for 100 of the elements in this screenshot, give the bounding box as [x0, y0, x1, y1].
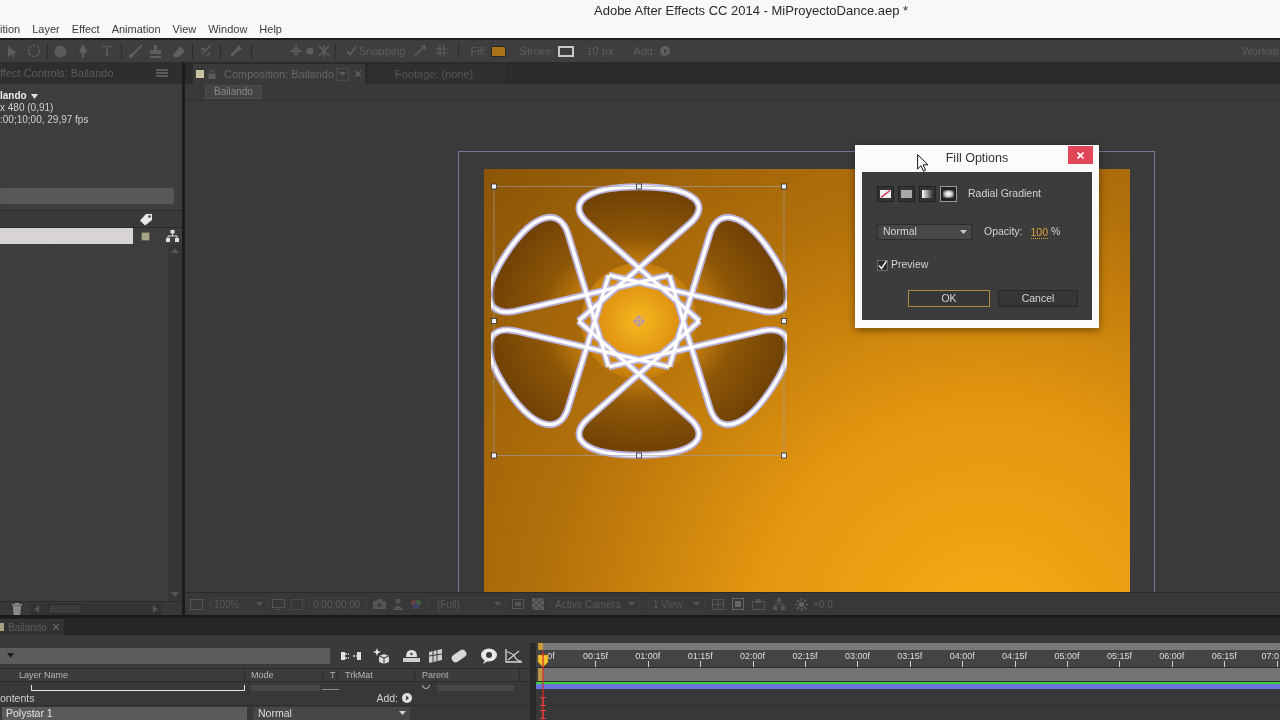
- scroll-down-icon[interactable]: [171, 592, 179, 597]
- work-area-start-marker[interactable]: [538, 643, 543, 650]
- dome-icon[interactable]: [403, 649, 420, 662]
- play-circle-icon[interactable]: [660, 46, 671, 56]
- scroll-left-icon[interactable]: [34, 604, 39, 613]
- slash-lines-icon[interactable]: [199, 44, 213, 58]
- time-ruler[interactable]: 0f 00:15f 01:00f 01:15f 02:00f 02:15f 03:00f 03:15f 04:00f 04:15f 05:00f 05:15f 06:00f 06:15f 07:0: [536, 650, 1280, 668]
- diagonal-arrow-icon[interactable]: [413, 45, 426, 57]
- color-channels-icon[interactable]: [410, 598, 422, 610]
- scroll-up-icon[interactable]: [171, 248, 179, 253]
- dialog-button[interactable]: OK: [908, 290, 990, 307]
- column-header[interactable]: TrkMat: [345, 670, 373, 680]
- caret-icon: [399, 711, 406, 715]
- pick-whip-icon[interactable]: [422, 685, 430, 690]
- pin-icon[interactable]: [229, 44, 243, 58]
- graph-icon[interactable]: [505, 648, 522, 663]
- menu-item[interactable]: Animation: [111, 23, 161, 35]
- fill-type-button[interactable]: [919, 186, 936, 202]
- preview-label[interactable]: Preview: [891, 257, 929, 273]
- blend-mode-dropdown[interactable]: Normal: [253, 706, 410, 720]
- column-header[interactable]: Layer Name: [19, 670, 69, 680]
- add-menu-button[interactable]: Add:: [376, 692, 412, 704]
- horizontal-scrollbar[interactable]: [30, 602, 162, 615]
- polystar-drawing[interactable]: [491, 183, 787, 459]
- blend-mode-dropdown[interactable]: Normal: [877, 224, 972, 240]
- label-color-icon[interactable]: [141, 231, 150, 241]
- fill-type-button[interactable]: [940, 186, 957, 202]
- sphere-icon[interactable]: [54, 44, 67, 58]
- checkbox[interactable]: [877, 259, 888, 271]
- menu-item[interactable]: ition: [0, 23, 21, 35]
- region-icon[interactable]: [512, 599, 524, 609]
- flowchart-icon[interactable]: [166, 230, 179, 242]
- grid-icon[interactable]: [712, 598, 724, 610]
- menu-item[interactable]: View: [172, 23, 197, 35]
- panel-menu-icon[interactable]: [156, 69, 168, 77]
- target-square-icon[interactable]: [732, 598, 744, 610]
- playhead[interactable]: [537, 651, 549, 720]
- close-icon[interactable]: [355, 71, 361, 77]
- checkbox-icon[interactable]: [346, 46, 356, 56]
- column-header[interactable]: Mode: [251, 670, 274, 680]
- brush-icon[interactable]: [129, 44, 143, 58]
- fill-type-button[interactable]: [898, 186, 915, 202]
- time-label: 01:15f: [687, 652, 713, 661]
- item-name-field[interactable]: [0, 228, 133, 244]
- person-icon[interactable]: [393, 598, 403, 610]
- stroke-color-swatch[interactable]: [558, 45, 575, 57]
- sparkle-cube-icon[interactable]: [373, 647, 391, 664]
- menu-item[interactable]: Help: [259, 23, 282, 35]
- search-field[interactable]: [0, 188, 174, 204]
- menu-item[interactable]: Layer: [32, 23, 60, 35]
- menu-item[interactable]: Effect: [71, 23, 100, 35]
- tag-icon[interactable]: [139, 212, 153, 226]
- arrow-icon[interactable]: [6, 44, 18, 58]
- checkerboard-icon[interactable]: [532, 598, 544, 610]
- fill-color-swatch[interactable]: [490, 45, 506, 57]
- film-grid-icon[interactable]: [427, 648, 444, 663]
- eraser-icon[interactable]: [172, 44, 186, 58]
- column-header[interactable]: T: [330, 670, 336, 680]
- search-options-caret-icon[interactable]: [7, 653, 14, 658]
- layer-name-field[interactable]: [31, 685, 245, 691]
- property-name-field[interactable]: Polystar 1: [2, 706, 247, 720]
- menu-item[interactable]: Window: [208, 23, 248, 35]
- tab-menu-button[interactable]: [336, 67, 349, 81]
- opacity-value[interactable]: 100: [1030, 225, 1049, 239]
- dashed-circle-icon[interactable]: [27, 44, 41, 58]
- grid-icon[interactable]: [435, 45, 448, 57]
- sun-icon[interactable]: [795, 597, 808, 611]
- dropdown-caret-icon[interactable]: [30, 93, 38, 99]
- lock-icon[interactable]: [208, 69, 216, 79]
- radial-gradient-icon: [943, 190, 954, 198]
- close-icon[interactable]: [53, 624, 59, 630]
- vertical-scrollbar[interactable]: [168, 244, 182, 601]
- in-point-marker[interactable]: [538, 668, 543, 681]
- speech-bubble-icon[interactable]: [480, 647, 498, 664]
- dialog-title: Fill Options: [945, 152, 1009, 165]
- close-button[interactable]: [1068, 146, 1093, 164]
- search-field[interactable]: [0, 647, 330, 664]
- linked-nodes-icon[interactable]: [341, 649, 361, 662]
- anchor-point-icon[interactable]: [632, 314, 646, 328]
- dialog-button[interactable]: Cancel: [998, 290, 1078, 307]
- trash-icon[interactable]: [12, 602, 22, 615]
- close-icon: [1077, 151, 1084, 159]
- scrollbar-thumb[interactable]: [48, 603, 82, 614]
- square-icon[interactable]: [190, 598, 203, 610]
- layout-icon[interactable]: [752, 598, 765, 610]
- pen-icon[interactable]: [77, 44, 89, 58]
- breadcrumb-button[interactable]: Bailando: [205, 85, 262, 99]
- stamp-icon[interactable]: [149, 44, 162, 58]
- dashed-square-icon[interactable]: [291, 598, 303, 610]
- scroll-right-icon[interactable]: [153, 604, 158, 613]
- monitor-icon[interactable]: [272, 598, 285, 610]
- camera-icon[interactable]: [373, 599, 386, 609]
- asterisk-icon[interactable]: [318, 45, 330, 57]
- fill-type-button[interactable]: [877, 186, 894, 202]
- composition-color-icon: [196, 70, 204, 78]
- property-group-label[interactable]: ontents: [0, 692, 35, 704]
- time-label: 05:00f: [1054, 652, 1080, 661]
- dot-icon[interactable]: [306, 47, 314, 55]
- column-header[interactable]: Parent: [422, 670, 449, 680]
- crosshair-icon[interactable]: [290, 45, 302, 57]
